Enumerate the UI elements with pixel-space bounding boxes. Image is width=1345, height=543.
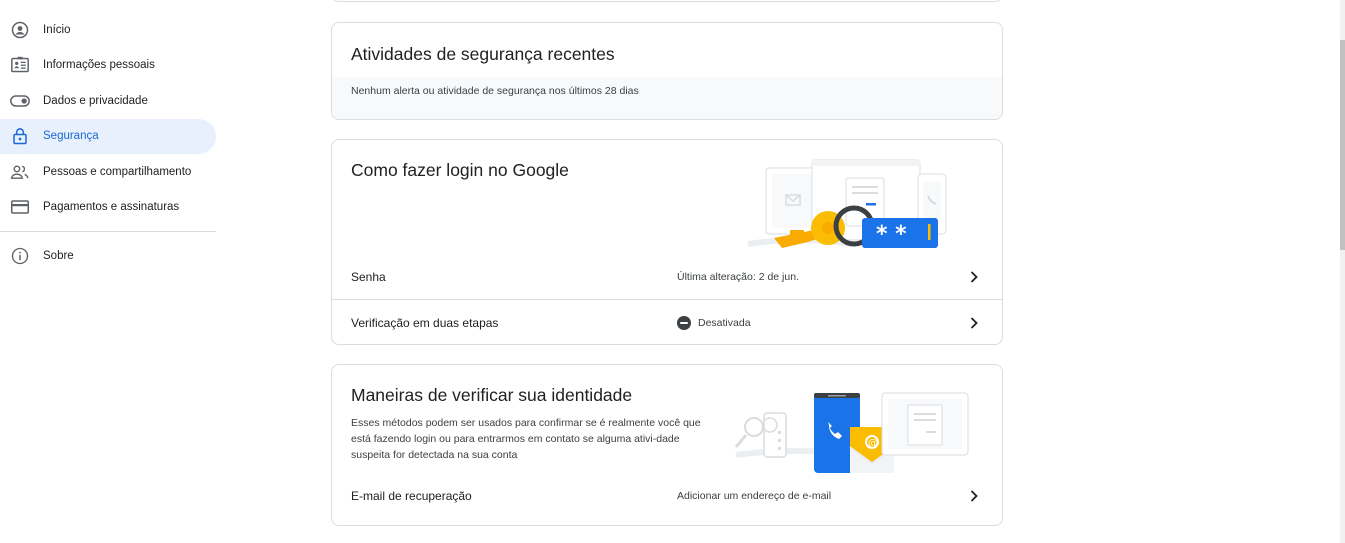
phone-email-illustration: @ xyxy=(734,392,969,473)
row-value: Desativada xyxy=(677,315,751,330)
sidebar-item-sobre[interactable]: Sobre xyxy=(0,238,216,274)
sidebar-item-label: Pagamentos e assinaturas xyxy=(43,201,180,214)
two-step-verification-row[interactable]: Verificação em duas etapas Desativada xyxy=(332,300,1002,344)
password-key-illustration: * * xyxy=(747,159,947,248)
chevron-right-icon xyxy=(968,270,980,283)
status-text: Desativada xyxy=(698,316,751,329)
page-scrollbar[interactable] xyxy=(1340,0,1345,543)
sidebar-divider xyxy=(0,231,216,232)
people-icon xyxy=(10,162,30,182)
svg-text:* *: * * xyxy=(876,222,907,247)
row-value: Última alteração: 2 de jun. xyxy=(677,270,799,283)
row-label: Verificação em duas etapas xyxy=(351,315,499,330)
row-label: E-mail de recuperação xyxy=(351,488,472,503)
id-card-icon xyxy=(10,55,30,75)
sidebar-item-dados-privacidade[interactable]: Dados e privacidade xyxy=(0,83,216,119)
password-row[interactable]: Senha Última alteração: 2 de jun. xyxy=(332,254,1002,299)
row-value: Adicionar um endereço de e-mail xyxy=(677,489,832,502)
previous-card-edge xyxy=(331,0,1003,2)
chevron-right-icon xyxy=(968,489,980,502)
row-label: Senha xyxy=(351,269,386,284)
account-circle-icon xyxy=(10,20,30,40)
credit-card-icon xyxy=(10,197,30,217)
sidebar-item-label: Segurança xyxy=(43,130,99,143)
lock-icon xyxy=(10,126,30,146)
verify-identity-card: Maneiras de verificar sua identidade Ess… xyxy=(331,364,1003,526)
sidebar-item-label: Sobre xyxy=(43,249,74,262)
sidebar-item-label: Dados e privacidade xyxy=(43,94,148,107)
sidebar-item-label: Informações pessoais xyxy=(43,59,155,72)
sidebar-item-pessoas[interactable]: Pessoas e compartilhamento xyxy=(0,154,216,190)
card-description: Esses métodos podem ser usados para conf… xyxy=(351,417,701,461)
recent-security-activity-card: Atividades de segurança recentes Nenhum … xyxy=(331,22,1003,120)
signin-google-card: Como fazer login no Google * * Senha Últ… xyxy=(331,139,1003,345)
sidebar-item-pagamentos[interactable]: Pagamentos e assinaturas xyxy=(0,190,216,226)
activity-note: Nenhum alerta ou atividade de segurança … xyxy=(351,85,639,97)
toggle-icon xyxy=(10,91,30,111)
sidebar-item-inicio[interactable]: Início xyxy=(0,12,216,48)
scrollbar-thumb[interactable] xyxy=(1340,40,1345,250)
card-title: Como fazer login no Google xyxy=(351,160,569,180)
card-title: Maneiras de verificar sua identidade xyxy=(351,385,633,405)
recovery-email-row[interactable]: E-mail de recuperação Adicionar um ender… xyxy=(332,473,1002,518)
sidebar-nav: Início Informações pessoais Dados e priv… xyxy=(0,12,216,274)
activity-note-band xyxy=(332,77,1002,119)
chevron-right-icon xyxy=(968,316,980,329)
sidebar-item-informacoes-pessoais[interactable]: Informações pessoais xyxy=(0,48,216,84)
info-icon xyxy=(10,246,30,266)
card-title: Atividades de segurança recentes xyxy=(351,44,615,64)
sidebar-item-seguranca[interactable]: Segurança xyxy=(0,118,216,154)
sidebar-item-label: Início xyxy=(43,23,71,36)
svg-text:@: @ xyxy=(868,438,878,449)
sidebar-item-label: Pessoas e compartilhamento xyxy=(43,165,192,178)
disabled-status-icon xyxy=(677,315,691,330)
